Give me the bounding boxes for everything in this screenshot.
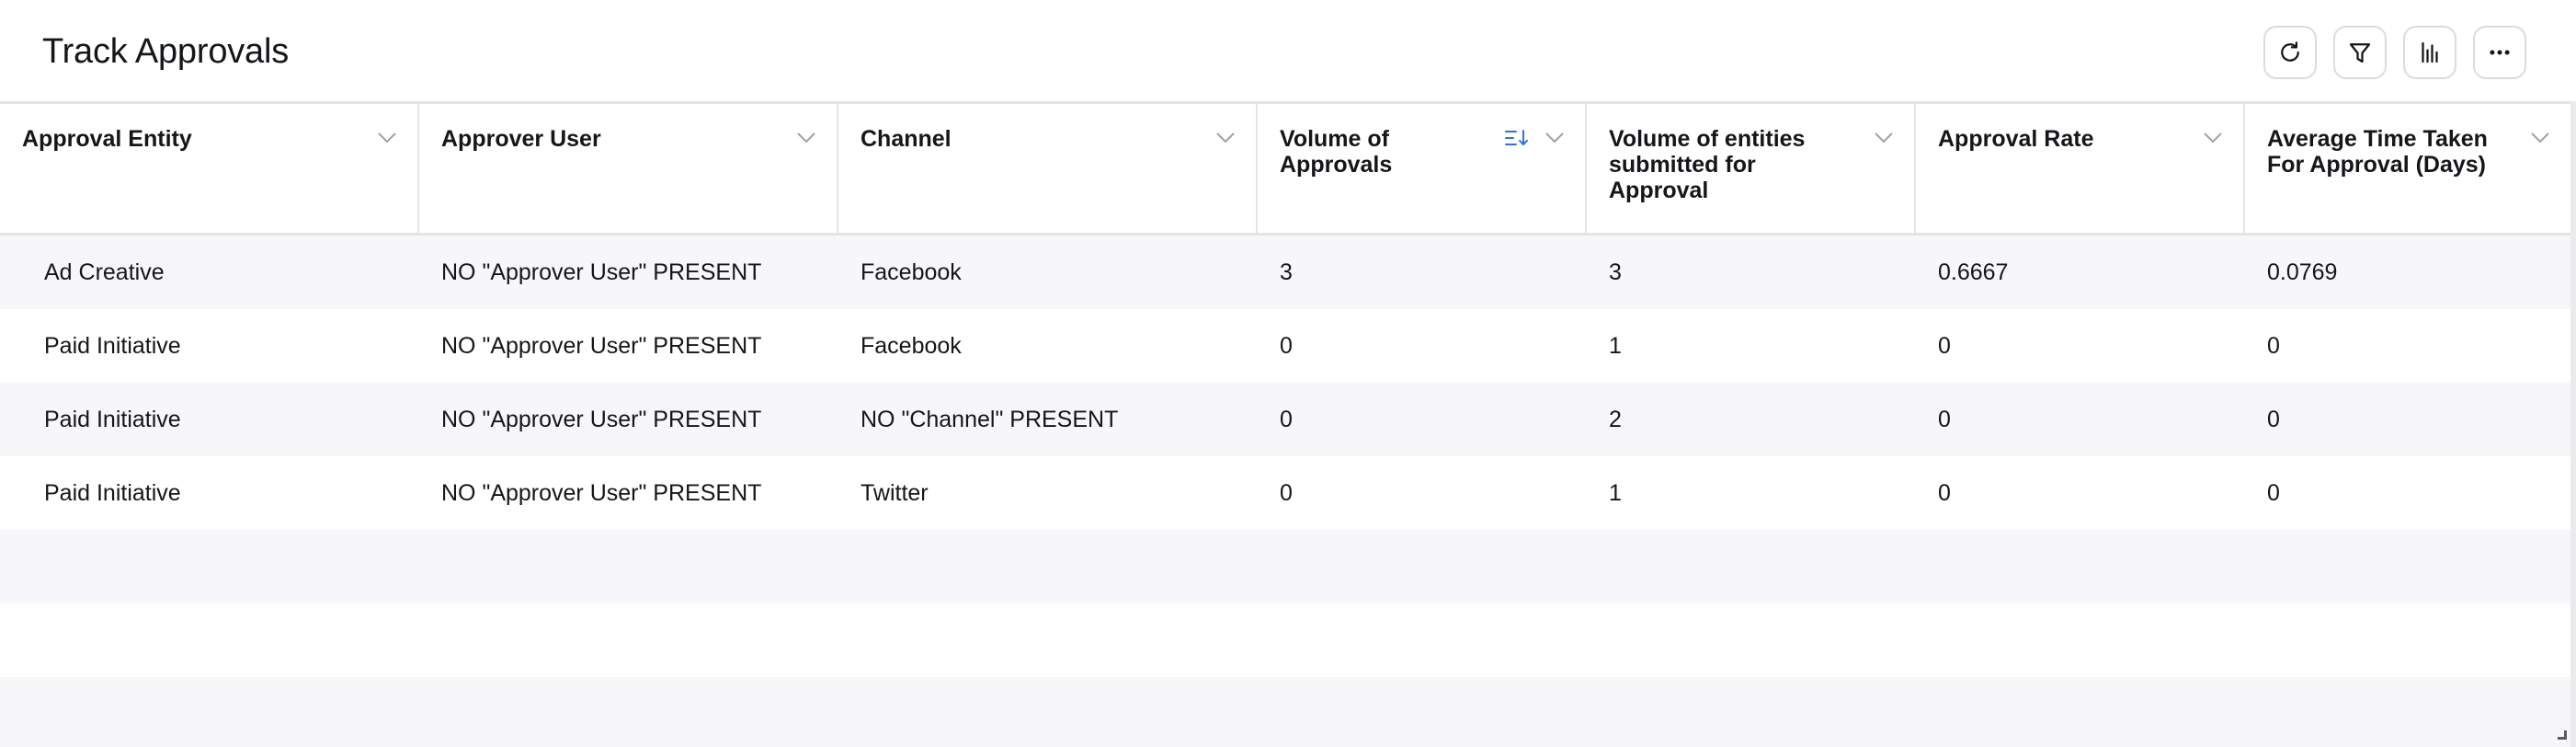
table-header: Approval Entity Approver User Channel Vo… xyxy=(0,101,2570,236)
track-approvals-widget: Track Approvals Approval Entity Approver… xyxy=(0,0,2576,747)
cell-average-time: 0 xyxy=(2267,332,2280,359)
cell-approval-rate: 0 xyxy=(1938,406,1951,432)
cell-channel: Facebook xyxy=(861,259,962,285)
cell-average-time: 0 xyxy=(2267,406,2280,432)
column-header-average-time[interactable]: Average Time Taken For Approval (Days) xyxy=(2245,104,2570,233)
column-label: Volume of Approvals xyxy=(1280,126,1393,178)
chart-button[interactable] xyxy=(2403,26,2456,79)
widget-header: Track Approvals xyxy=(0,0,2576,101)
column-header-approver-user[interactable]: Approver User xyxy=(419,104,838,233)
cell-volume-submitted: 2 xyxy=(1609,406,1622,432)
column-header-channel[interactable]: Channel xyxy=(838,104,1258,233)
cell-volume-of-approvals: 0 xyxy=(1280,406,1293,432)
cell-approver-user: NO "Approver User" PRESENT xyxy=(441,332,762,359)
column-header-approval-rate[interactable]: Approval Rate xyxy=(1916,104,2245,233)
cell-volume-submitted: 1 xyxy=(1609,479,1622,506)
cell-approver-user: NO "Approver User" PRESENT xyxy=(441,259,762,285)
refresh-icon xyxy=(2281,41,2299,62)
approvals-table: Approval Entity Approver User Channel Vo… xyxy=(0,101,2570,747)
filter-icon xyxy=(2349,43,2371,63)
cell-channel: Twitter xyxy=(861,479,929,506)
table-row[interactable]: Paid Initiative NO "Approver User" PRESE… xyxy=(0,456,2570,530)
column-label: Approval Entity xyxy=(22,126,192,152)
cell-volume-of-approvals: 3 xyxy=(1280,259,1293,285)
cell-volume-submitted: 1 xyxy=(1609,332,1622,359)
empty-row xyxy=(0,677,2570,747)
more-horizontal-icon xyxy=(2490,50,2510,55)
chevron-down-icon[interactable] xyxy=(2203,132,2223,144)
column-label: Approver User xyxy=(441,126,601,152)
cell-average-time: 0.0769 xyxy=(2267,259,2338,285)
chevron-down-icon[interactable] xyxy=(1544,132,1565,144)
cell-volume-of-approvals: 0 xyxy=(1280,479,1293,506)
table-row[interactable]: Paid Initiative NO "Approver User" PRESE… xyxy=(0,309,2570,383)
cell-approval-rate: 0.6667 xyxy=(1938,259,2009,285)
cell-approval-entity: Ad Creative xyxy=(44,259,165,285)
column-header-volume-submitted[interactable]: Volume of entities submitted for Approva… xyxy=(1587,104,1916,233)
empty-row xyxy=(0,603,2570,677)
more-options-button[interactable] xyxy=(2473,26,2526,79)
widget-toolbar xyxy=(2263,26,2526,79)
cell-average-time: 0 xyxy=(2267,479,2280,506)
column-label: Approval Rate xyxy=(1938,126,2094,152)
chevron-down-icon[interactable] xyxy=(1215,132,1236,144)
cell-approval-entity: Paid Initiative xyxy=(44,406,181,432)
column-header-volume-of-approvals[interactable]: Volume of Approvals xyxy=(1258,104,1587,233)
cell-approval-entity: Paid Initiative xyxy=(44,479,181,506)
empty-row xyxy=(0,530,2570,603)
cell-approval-entity: Paid Initiative xyxy=(44,332,181,359)
cell-volume-of-approvals: 0 xyxy=(1280,332,1293,359)
cell-approval-rate: 0 xyxy=(1938,479,1951,506)
cell-channel: Facebook xyxy=(861,332,962,359)
cell-approval-rate: 0 xyxy=(1938,332,1951,359)
chevron-down-icon[interactable] xyxy=(2530,132,2550,144)
cell-approver-user: NO "Approver User" PRESENT xyxy=(441,479,762,506)
bar-chart-icon xyxy=(2422,41,2438,63)
chevron-down-icon[interactable] xyxy=(377,132,397,144)
cell-volume-submitted: 3 xyxy=(1609,259,1622,285)
sort-descending-icon[interactable] xyxy=(1504,128,1530,148)
table-row[interactable]: Ad Creative NO "Approver User" PRESENT F… xyxy=(0,236,2570,309)
cell-approver-user: NO "Approver User" PRESENT xyxy=(441,406,762,432)
vertical-scrollbar[interactable] xyxy=(2570,101,2576,747)
column-label: Average Time Taken For Approval (Days) xyxy=(2267,126,2488,178)
cell-channel: NO "Channel" PRESENT xyxy=(861,406,1119,432)
chevron-down-icon[interactable] xyxy=(1874,132,1894,144)
chevron-down-icon[interactable] xyxy=(796,132,816,144)
column-label: Volume of entities submitted for Approva… xyxy=(1609,126,1806,203)
widget-title: Track Approvals xyxy=(42,32,290,71)
refresh-button[interactable] xyxy=(2263,26,2317,79)
table-row[interactable]: Paid Initiative NO "Approver User" PRESE… xyxy=(0,383,2570,456)
table-body: Ad Creative NO "Approver User" PRESENT F… xyxy=(0,236,2570,747)
column-header-approval-entity[interactable]: Approval Entity xyxy=(0,104,419,233)
resize-handle-icon[interactable] xyxy=(2556,729,2569,741)
column-label: Channel xyxy=(861,126,952,152)
filter-button[interactable] xyxy=(2333,26,2387,79)
